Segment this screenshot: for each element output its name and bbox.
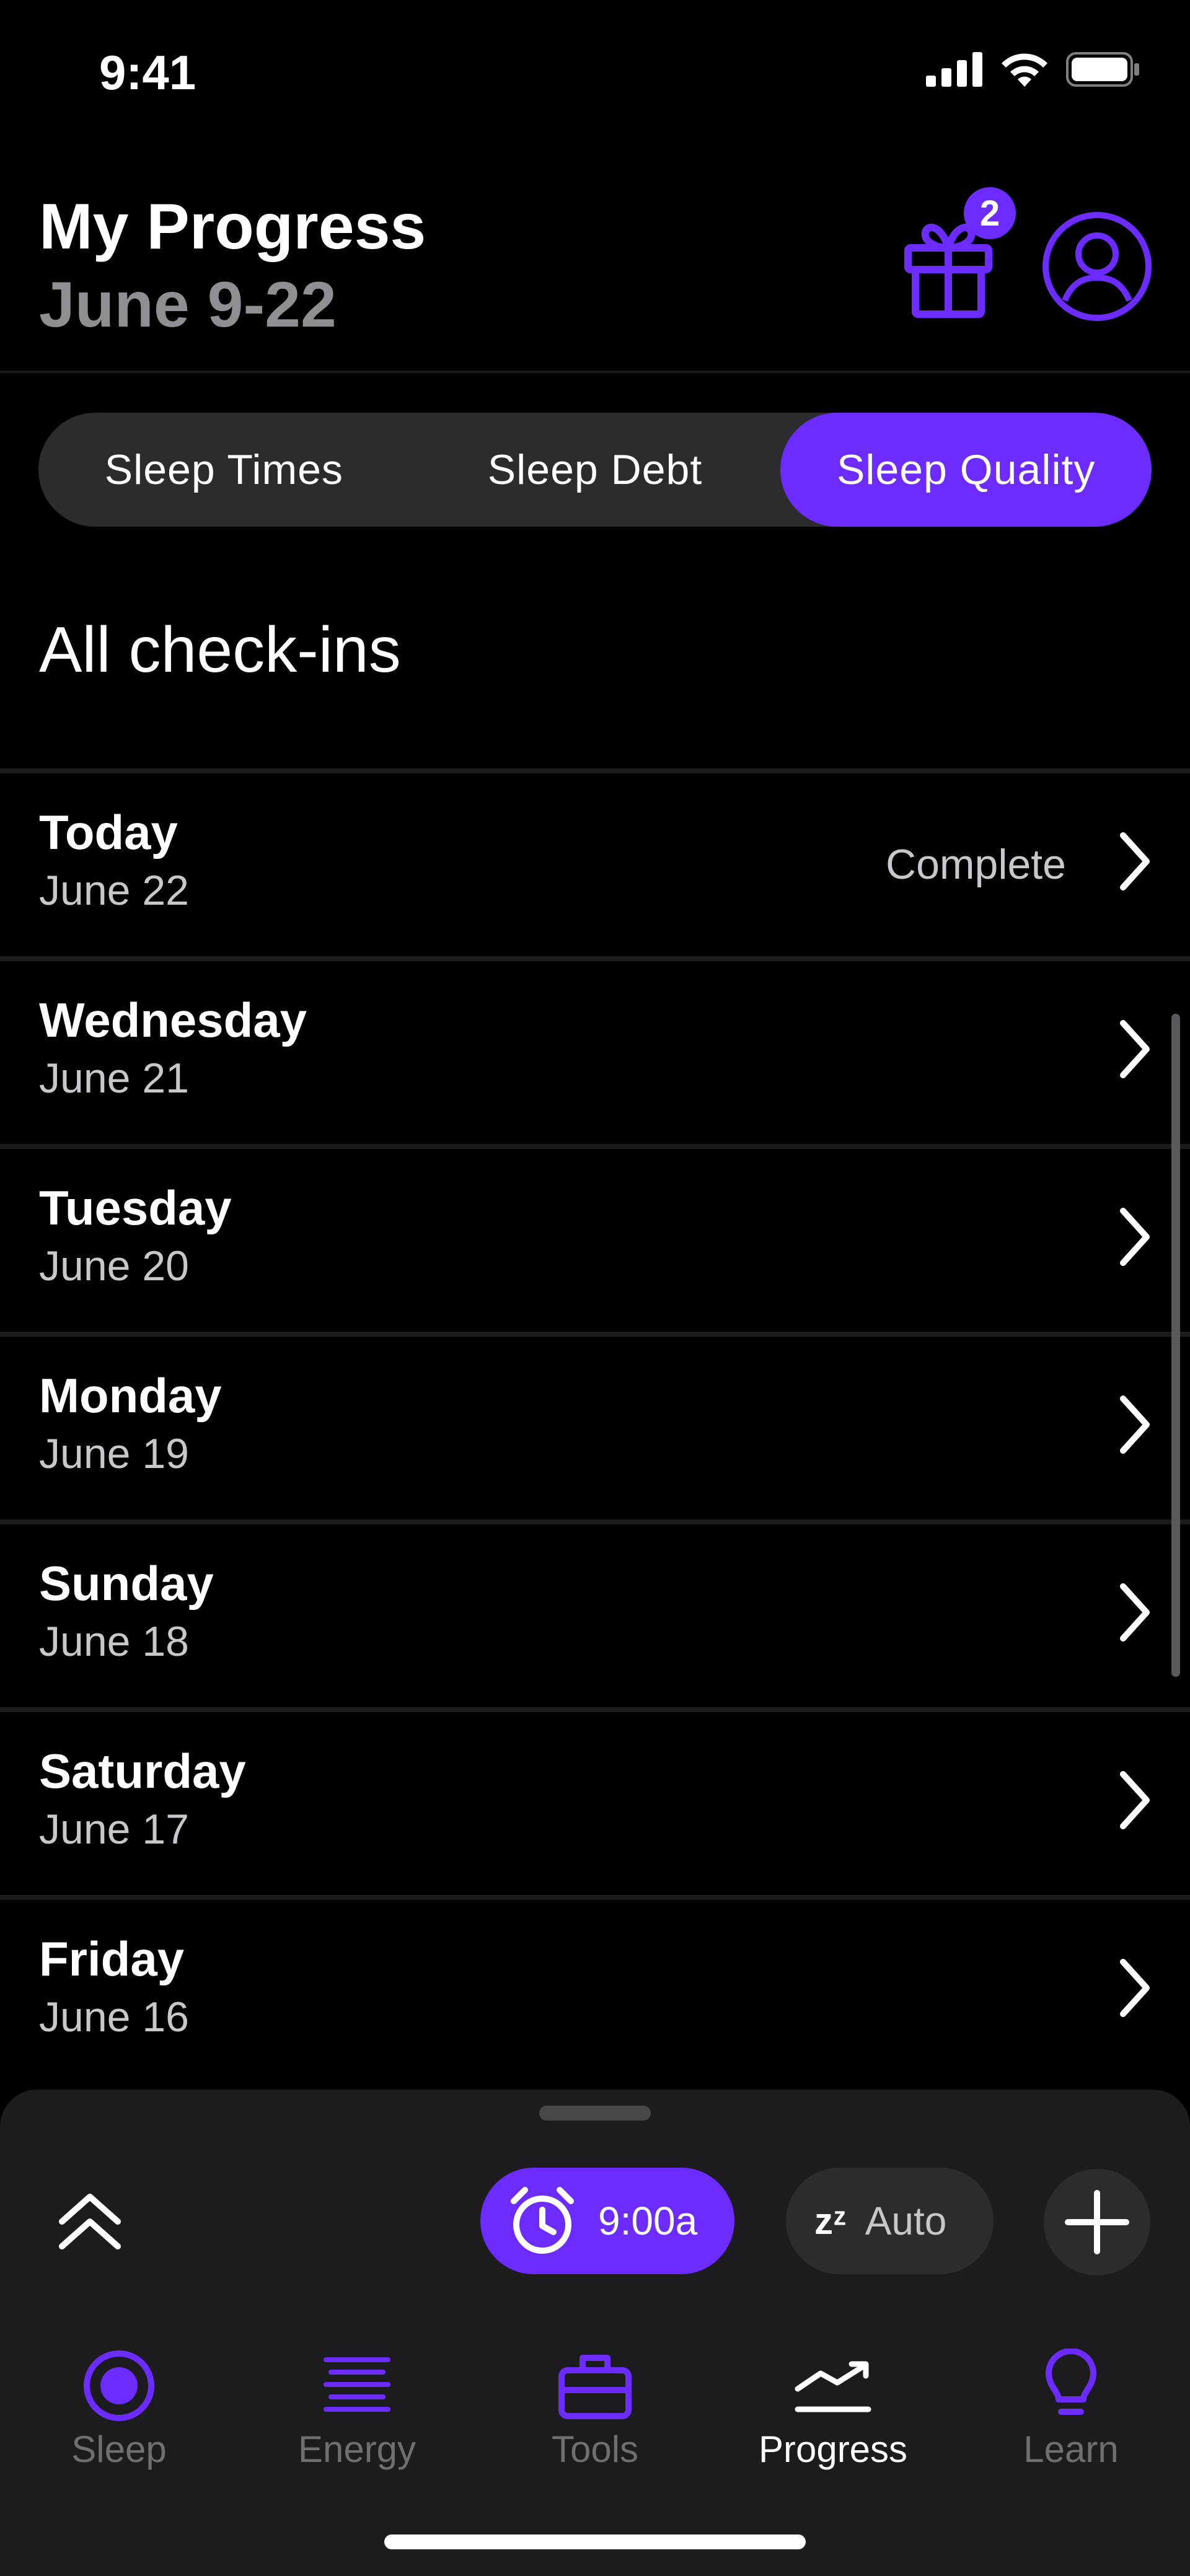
header-divider	[0, 371, 1190, 373]
progress-icon	[795, 2361, 871, 2412]
checkin-status: Complete	[885, 841, 1066, 888]
tab-progress[interactable]: Progress	[714, 2349, 952, 2473]
alarm-clock-icon	[511, 2187, 574, 2254]
tab-sleep-quality[interactable]: Sleep Quality	[780, 413, 1152, 527]
checkin-row[interactable]: Monday June 19	[0, 1332, 1190, 1519]
checkin-row[interactable]: Friday June 16	[0, 1895, 1190, 2083]
checkin-day: Wednesday	[39, 993, 307, 1047]
chevron-right-icon	[1120, 1020, 1150, 1078]
checkin-row[interactable]: Saturday June 17	[0, 1707, 1190, 1895]
tab-learn[interactable]: Learn	[952, 2349, 1190, 2473]
checkin-day: Sunday	[39, 1556, 214, 1611]
chevron-right-icon	[1120, 1396, 1150, 1454]
checkin-day: Friday	[39, 1932, 185, 1986]
segmented-control: Sleep Times Sleep Debt Sleep Quality	[38, 413, 1152, 527]
checkin-date: June 20	[39, 1242, 189, 1290]
checkin-date: June 19	[39, 1430, 189, 1477]
add-button[interactable]	[1044, 2169, 1150, 2275]
tab-label: Tools	[551, 2429, 639, 2470]
tab-label: Energy	[298, 2429, 416, 2470]
checkin-row[interactable]: Sunday June 18	[0, 1519, 1190, 1707]
checkin-day: Monday	[39, 1368, 222, 1423]
page-title: My Progress	[39, 191, 426, 263]
profile-icon[interactable]	[1041, 211, 1153, 322]
learn-icon	[1046, 2349, 1096, 2415]
battery-icon	[1066, 52, 1139, 87]
chevron-right-icon	[1120, 1959, 1150, 2017]
tab-sleep-times[interactable]: Sleep Times	[38, 413, 410, 527]
auto-label: Auto	[865, 2199, 947, 2243]
panel-handle[interactable]	[539, 2106, 651, 2121]
tab-bar: Sleep Energy Tools Progress Learn	[0, 2349, 1190, 2473]
checkin-row[interactable]: Tuesday June 20	[0, 1144, 1190, 1332]
checkin-row[interactable]: Wednesday June 21	[0, 956, 1190, 1144]
scrollbar[interactable]	[1171, 1014, 1180, 1677]
expand-up-icon[interactable]	[56, 2187, 124, 2256]
alarm-button[interactable]: 9:00a	[480, 2168, 734, 2274]
checkin-list: Today June 22 Complete Wednesday June 21…	[0, 768, 1190, 2083]
section-title: All check-ins	[39, 614, 401, 686]
alarm-time: 9:00a	[598, 2199, 698, 2243]
sleep-icon	[84, 2350, 154, 2421]
checkin-date: June 18	[39, 1618, 189, 1665]
date-range: June 9-22	[39, 269, 337, 341]
plus-icon	[1065, 2190, 1129, 2254]
home-indicator	[384, 2534, 806, 2549]
checkin-date: June 22	[39, 867, 189, 914]
checkin-date: June 16	[39, 1994, 189, 2041]
checkin-day: Today	[39, 805, 178, 859]
auto-sleep-button[interactable]: zᶻ Auto	[786, 2168, 994, 2274]
chevron-right-icon	[1120, 1771, 1150, 1829]
tab-energy[interactable]: Energy	[238, 2349, 476, 2473]
tab-sleep-debt[interactable]: Sleep Debt	[410, 413, 781, 527]
signal-icon	[926, 52, 982, 87]
zz-icon: zᶻ	[814, 2200, 847, 2242]
wifi-icon	[1002, 53, 1047, 87]
checkin-day: Tuesday	[39, 1180, 232, 1235]
tab-tools[interactable]: Tools	[476, 2349, 714, 2473]
checkin-date: June 17	[39, 1806, 189, 1853]
checkin-row[interactable]: Today June 22 Complete	[0, 768, 1190, 956]
tools-icon	[558, 2355, 632, 2419]
status-time: 9:41	[99, 45, 196, 100]
checkin-day: Saturday	[39, 1744, 246, 1798]
chevron-right-icon	[1120, 832, 1150, 890]
tab-label: Learn	[1023, 2429, 1119, 2470]
checkin-date: June 21	[39, 1055, 189, 1102]
tab-label: Sleep	[71, 2429, 167, 2470]
tab-label: Progress	[758, 2429, 908, 2470]
gift-badge: 2	[964, 187, 1016, 239]
bottom-panel	[0, 2090, 1190, 2576]
status-icons	[926, 51, 1140, 88]
tab-sleep[interactable]: Sleep	[0, 2349, 238, 2473]
energy-icon	[324, 2357, 390, 2412]
chevron-right-icon	[1120, 1583, 1150, 1642]
chevron-right-icon	[1120, 1208, 1150, 1266]
